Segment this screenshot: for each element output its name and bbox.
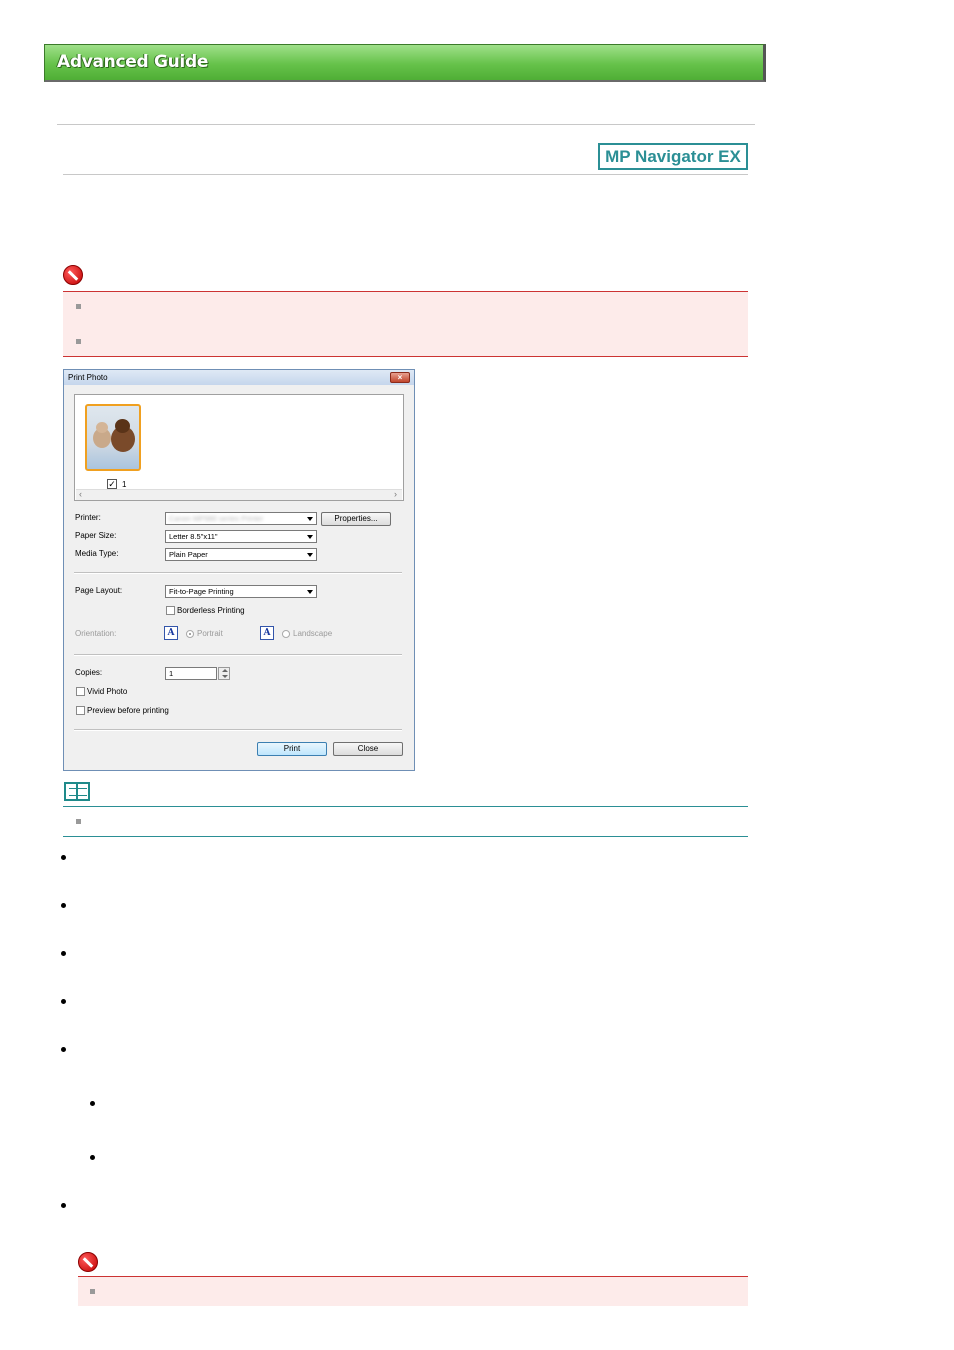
vivid-photo-label: Vivid Photo [87, 687, 128, 696]
list-bullet [90, 1289, 95, 1294]
chevron-down-icon [307, 553, 313, 557]
horizontal-scrollbar[interactable]: ‹ › [76, 489, 402, 500]
list-bullet [61, 903, 66, 908]
title-divider [63, 174, 748, 175]
important-icon [63, 265, 83, 285]
close-button[interactable]: Close [333, 742, 403, 756]
page-layout-label: Page Layout: [75, 586, 123, 595]
spin-down-icon[interactable] [222, 675, 228, 678]
landscape-icon: A [260, 626, 274, 640]
page-layout-value: Fit-to-Page Printing [169, 587, 234, 596]
portrait-label: Portrait [197, 629, 223, 638]
mp-navigator-badge: MP Navigator EX [598, 143, 748, 170]
important-icon [78, 1252, 98, 1272]
spin-up-icon[interactable] [222, 669, 228, 672]
list-bullet [61, 951, 66, 956]
orientation-label: Orientation: [75, 629, 117, 638]
scroll-left-icon[interactable]: ‹ [79, 489, 82, 499]
printer-value: Canon MP980 series Printer [169, 514, 264, 523]
preview-label: Preview before printing [87, 706, 169, 715]
media-type-value: Plain Paper [169, 550, 208, 559]
list-bullet [61, 999, 66, 1004]
divider [74, 729, 402, 731]
page-layout-select[interactable]: Fit-to-Page Printing [165, 585, 317, 598]
media-type-select[interactable]: Plain Paper [165, 548, 317, 561]
landscape-radio[interactable] [282, 630, 290, 638]
dialog-titlebar: Print Photo × [64, 370, 414, 385]
dog-plush-head [115, 419, 130, 433]
copies-label: Copies: [75, 668, 103, 677]
chevron-down-icon [307, 517, 313, 521]
list-bullet [90, 1101, 95, 1106]
print-photo-dialog: Print Photo × ✓ 1 ‹ › Printer: Canon MP9… [63, 369, 415, 771]
thumbnail-area: ✓ 1 ‹ › [74, 394, 404, 501]
list-bullet [76, 819, 81, 824]
copies-stepper[interactable] [218, 667, 230, 680]
chevron-down-icon [307, 590, 313, 594]
note-box [63, 806, 748, 837]
list-bullet [61, 855, 66, 860]
header-title: Advanced Guide [57, 52, 209, 72]
divider [74, 654, 402, 656]
list-bullet [61, 1203, 66, 1208]
preview-checkbox[interactable] [76, 706, 85, 715]
list-bullet [90, 1155, 95, 1160]
borderless-checkbox[interactable] [166, 606, 175, 615]
copies-value: 1 [169, 669, 174, 678]
portrait-icon: A [164, 626, 178, 640]
dialog-title: Print Photo [68, 373, 108, 382]
list-bullet [61, 1047, 66, 1052]
paper-size-select[interactable]: Letter 8.5"x11" [165, 530, 317, 543]
scroll-right-icon[interactable]: › [394, 489, 397, 499]
close-icon[interactable]: × [390, 372, 410, 383]
copies-input[interactable]: 1 [165, 667, 217, 680]
portrait-radio[interactable] [186, 630, 194, 638]
photo-thumbnail[interactable] [85, 404, 141, 471]
teddy-bear-head [96, 422, 108, 433]
landscape-label: Landscape [293, 629, 333, 638]
chevron-down-icon [307, 535, 313, 539]
properties-button[interactable]: Properties... [321, 512, 391, 526]
list-bullet [76, 304, 81, 309]
top-divider [57, 124, 755, 125]
thumbnail-checkbox[interactable]: ✓ [107, 479, 117, 489]
divider [74, 572, 402, 574]
header-banner: Advanced Guide [44, 44, 766, 82]
media-type-label: Media Type: [75, 549, 119, 558]
paper-size-label: Paper Size: [75, 531, 117, 540]
note-icon [64, 782, 90, 801]
important-box [63, 291, 748, 357]
thumbnail-number: 1 [122, 480, 127, 489]
paper-size-value: Letter 8.5"x11" [169, 532, 218, 541]
printer-select[interactable]: Canon MP980 series Printer [165, 512, 317, 525]
vivid-photo-checkbox[interactable] [76, 687, 85, 696]
printer-label: Printer: [75, 513, 101, 522]
important-box [78, 1276, 748, 1306]
print-button[interactable]: Print [257, 742, 327, 756]
borderless-label: Borderless Printing [177, 606, 245, 615]
list-bullet [76, 339, 81, 344]
